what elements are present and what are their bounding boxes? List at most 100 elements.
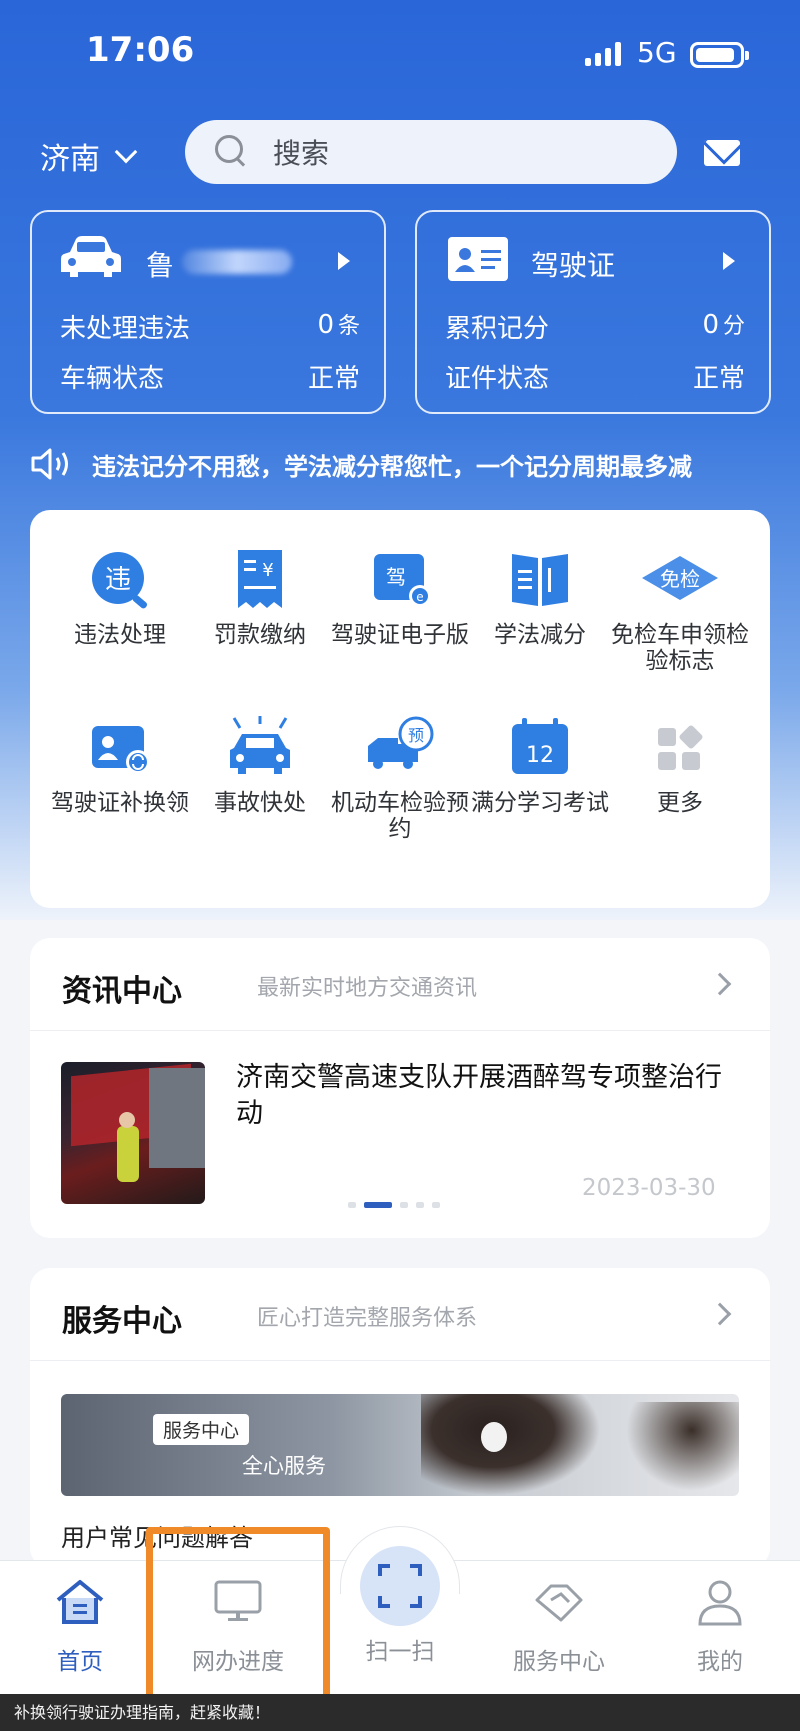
- license-status-row: 证件状态 正常: [445, 358, 745, 395]
- service-label: 更多: [657, 790, 703, 816]
- news-title: 资讯中心: [62, 974, 182, 1009]
- card-arrow-icon: [338, 252, 350, 270]
- agent-photo-secondary: [621, 1402, 739, 1496]
- signal-icon: [585, 42, 621, 66]
- service-item-more[interactable]: 更多: [610, 716, 750, 816]
- tab-label: 扫一扫: [365, 1639, 435, 1665]
- notice-bar[interactable]: 违法记分不用愁，学法减分帮您忙，一个记分周期最多减: [30, 444, 770, 484]
- service-item-license-renew[interactable]: 驾驶证补换领: [50, 716, 190, 816]
- tab-label: 首页: [57, 1649, 103, 1675]
- carousel-dots: [348, 1202, 440, 1208]
- svg-text:驾: 驾: [386, 565, 406, 589]
- city-name: 济南: [40, 142, 100, 177]
- service-item-accident[interactable]: 事故快处: [190, 716, 330, 816]
- service-label: 违法处理: [74, 622, 166, 648]
- service-label: 满分学习考试: [471, 790, 609, 816]
- plate-number: 鲁: [146, 249, 175, 282]
- speaker-icon: [31, 448, 68, 480]
- row-unit: 分: [722, 314, 745, 339]
- inspection-free-icon: 免检: [642, 548, 718, 612]
- car-icon: [61, 236, 121, 277]
- license-title: 驾驶证: [531, 249, 616, 282]
- svg-text:违: 违: [105, 565, 131, 595]
- service-item-inspection-free[interactable]: 免检 免检车申领检验标志: [610, 548, 750, 674]
- divider: [30, 1030, 770, 1031]
- svg-text:免检: 免检: [660, 567, 700, 591]
- search-placeholder: 搜索: [273, 137, 330, 170]
- highlight-box: [146, 1527, 330, 1705]
- svg-text:e: e: [416, 590, 423, 604]
- card-arrow-icon: [723, 252, 735, 270]
- user-icon: [694, 1578, 746, 1626]
- headset-icon: [481, 1422, 507, 1452]
- tab-label: 我的: [697, 1649, 743, 1675]
- book-icon: [504, 548, 576, 612]
- service-label: 学法减分: [494, 622, 586, 648]
- service-item-violation[interactable]: 违 违法处理: [50, 548, 190, 648]
- battery-icon: [690, 42, 749, 68]
- tab-label: 服务中心: [513, 1649, 605, 1675]
- license-card[interactable]: 驾驶证 累积记分 0分 证件状态 正常: [415, 210, 771, 414]
- vehicle-card[interactable]: 鲁 未处理违法 0条 车辆状态 正常: [30, 210, 386, 414]
- agent-photo: [421, 1394, 601, 1496]
- service-item-fine[interactable]: ¥ 罚款缴纳: [190, 548, 330, 648]
- search-icon: [215, 135, 249, 169]
- plate-blur: [182, 250, 292, 274]
- city-selector[interactable]: 济南: [40, 134, 138, 178]
- service-center-subtitle: 匠心打造完整服务体系: [257, 1306, 478, 1331]
- tab-home[interactable]: 首页: [5, 1578, 155, 1676]
- banner-text: 全心服务: [242, 1454, 326, 1478]
- service-banner[interactable]: 服务中心 全心服务: [61, 1394, 739, 1496]
- license-renew-icon: [84, 716, 156, 780]
- more-grid-icon: [644, 716, 716, 780]
- svg-text:12: 12: [526, 743, 554, 768]
- home-icon: [54, 1578, 106, 1626]
- row-value: 0: [317, 310, 334, 340]
- e-license-icon: 驾e: [364, 548, 436, 612]
- handshake-icon: [533, 1578, 585, 1626]
- tab-mine[interactable]: 我的: [645, 1578, 795, 1676]
- chevron-down-icon: [114, 140, 138, 164]
- notice-text: 违法记分不用愁，学法减分帮您忙，一个记分周期最多减: [92, 452, 692, 481]
- row-label: 证件状态: [445, 364, 550, 394]
- news-item-date: 2023-03-30: [582, 1175, 716, 1201]
- news-thumbnail[interactable]: [61, 1062, 205, 1204]
- service-item-full-score-exam[interactable]: 12 满分学习考试: [470, 716, 610, 816]
- banner-tag: 服务中心: [153, 1414, 250, 1445]
- fine-receipt-icon: ¥: [224, 548, 296, 612]
- service-label: 事故快处: [214, 790, 306, 816]
- mail-icon[interactable]: [704, 140, 740, 166]
- row-label: 车辆状态: [60, 364, 165, 394]
- tab-scan[interactable]: 扫一扫: [325, 1600, 475, 1666]
- points-row: 累积记分 0分: [445, 308, 745, 345]
- search-input[interactable]: 搜索: [185, 120, 677, 184]
- license-icon: [448, 237, 508, 281]
- status-time: 17:06: [86, 30, 195, 70]
- accident-icon: [224, 716, 296, 780]
- network-type: 5G: [637, 36, 677, 69]
- service-label: 罚款缴纳: [214, 622, 306, 648]
- tab-service-center[interactable]: 服务中心: [484, 1578, 634, 1676]
- violation-row: 未处理违法 0条: [60, 308, 360, 345]
- news-subtitle: 最新实时地方交通资讯: [257, 976, 478, 1001]
- service-center-title: 服务中心: [62, 1304, 182, 1339]
- divider: [30, 1360, 770, 1361]
- calendar-12-icon: 12: [504, 716, 576, 780]
- service-label: 免检车申领检验标志: [611, 622, 749, 674]
- svg-text:预: 预: [408, 726, 424, 745]
- row-value: 0: [702, 310, 719, 340]
- row-value: 正常: [307, 364, 360, 394]
- row-label: 未处理违法: [60, 314, 191, 344]
- inspection-booking-icon: 预: [364, 716, 436, 780]
- service-label: 驾驶证补换领: [51, 790, 189, 816]
- row-value: 正常: [692, 364, 745, 394]
- service-label: 驾驶证电子版: [331, 622, 469, 648]
- row-label: 累积记分: [445, 314, 550, 344]
- service-label: 机动车检验预约: [331, 790, 469, 842]
- service-item-inspection-booking[interactable]: 预 机动车检验预约: [330, 716, 470, 842]
- service-item-e-license[interactable]: 驾e 驾驶证电子版: [330, 548, 470, 648]
- news-item-title[interactable]: 济南交警高速支队开展酒醉驾专项整治行动: [236, 1060, 746, 1132]
- caption-bar: 补换领行驶证办理指南，赶紧收藏！: [0, 1694, 800, 1731]
- violation-icon: 违: [84, 548, 156, 612]
- service-item-study[interactable]: 学法减分: [470, 548, 610, 648]
